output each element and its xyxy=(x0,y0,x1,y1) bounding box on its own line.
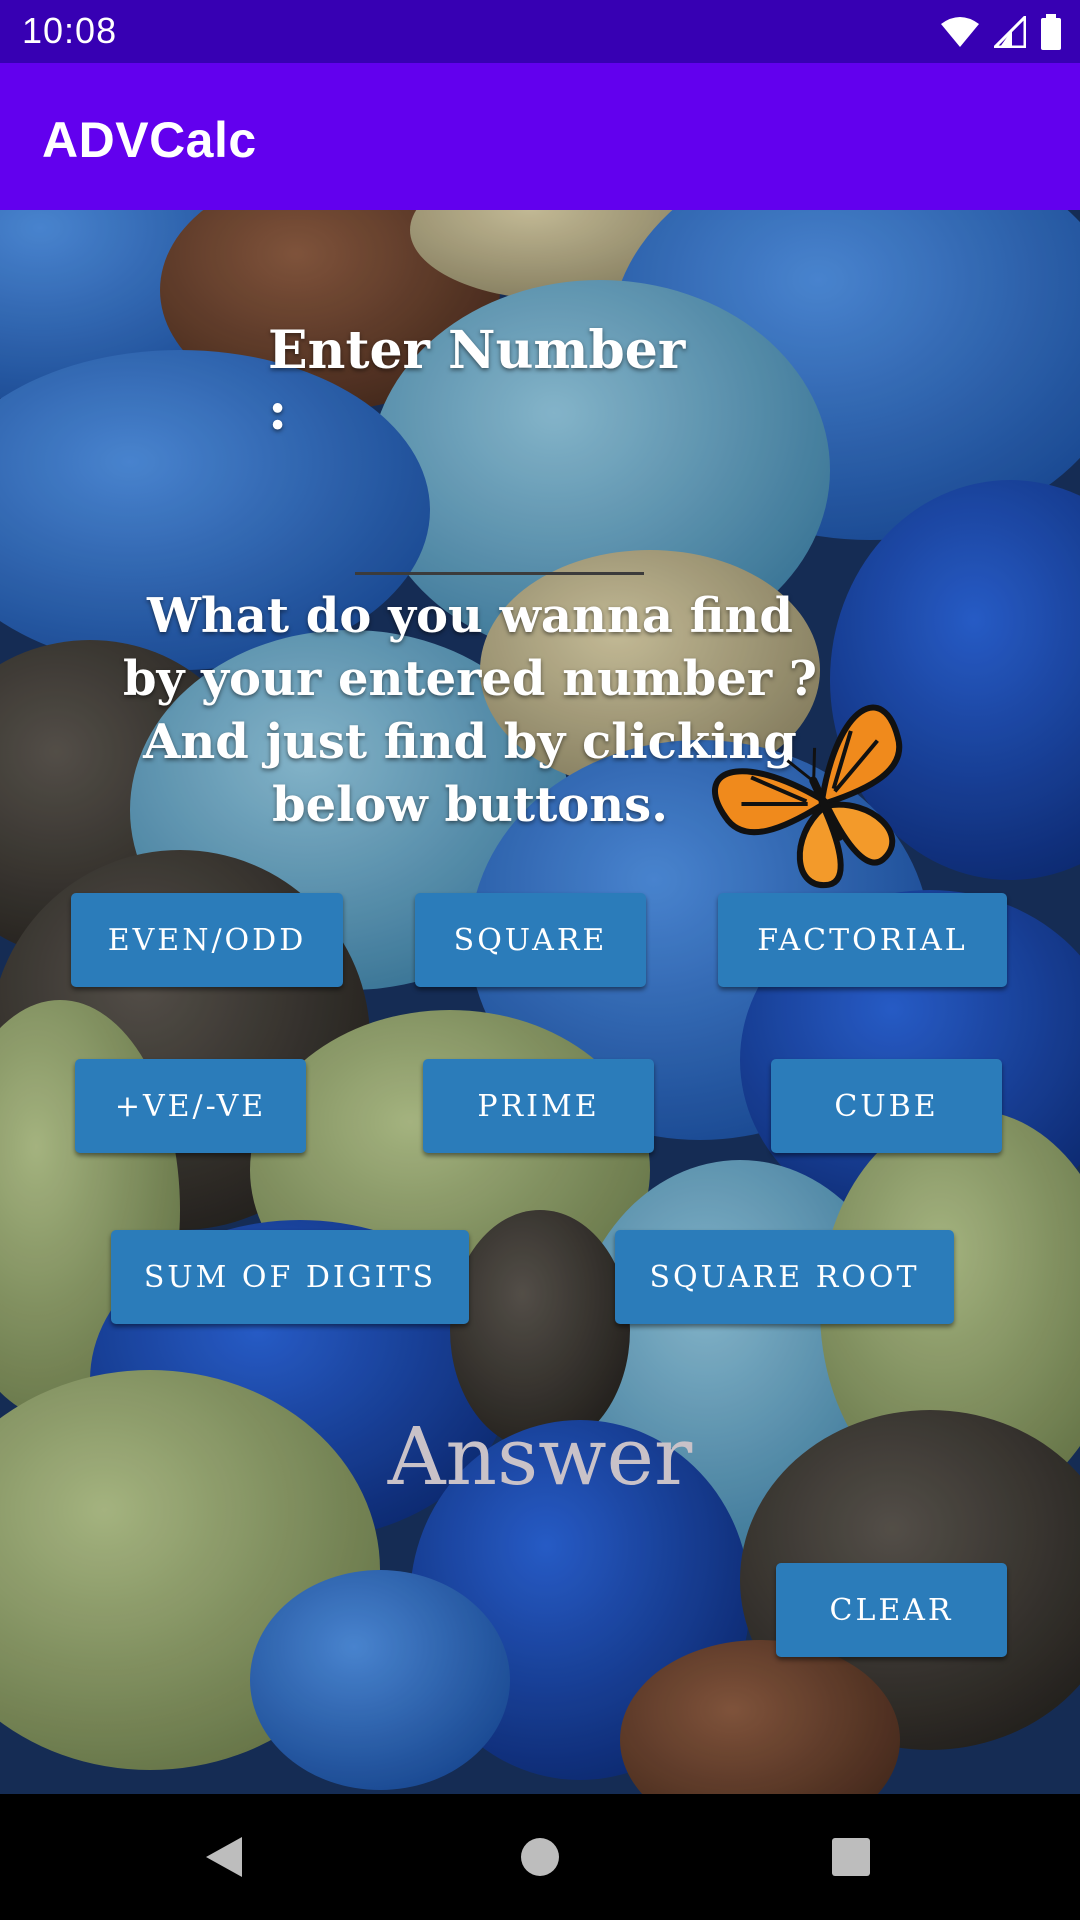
factorial-button[interactable]: FACTORIAL xyxy=(718,893,1007,987)
square-root-button[interactable]: SQUARE ROOT xyxy=(615,1230,954,1324)
status-bar: 10:08 xyxy=(0,0,1080,63)
positive-negative-button[interactable]: +VE/-VE xyxy=(75,1059,306,1153)
signal-icon xyxy=(994,16,1026,48)
cube-button[interactable]: CUBE xyxy=(771,1059,1002,1153)
navigation-bar xyxy=(0,1794,1080,1920)
pebbles-background-image xyxy=(0,210,1080,1794)
status-time: 10:08 xyxy=(22,10,118,51)
main-content: Enter Number : What do you wanna find by… xyxy=(0,210,1080,1794)
back-icon[interactable] xyxy=(200,1834,246,1880)
clear-button[interactable]: CLEAR xyxy=(776,1563,1007,1657)
sum-of-digits-button[interactable]: SUM OF DIGITS xyxy=(111,1230,469,1324)
square-button[interactable]: SQUARE xyxy=(415,893,646,987)
app-bar: ADVCalc xyxy=(0,63,1080,210)
app-title: ADVCalc xyxy=(42,112,257,168)
answer-text: Answer xyxy=(387,1410,693,1503)
recents-icon[interactable] xyxy=(830,1836,872,1878)
prime-button[interactable]: PRIME xyxy=(423,1059,654,1153)
home-icon[interactable] xyxy=(518,1835,562,1879)
wifi-icon xyxy=(941,17,979,47)
number-input[interactable] xyxy=(355,510,644,575)
battery-icon xyxy=(1041,14,1061,50)
even-odd-button[interactable]: EVEN/ODD xyxy=(71,893,343,987)
butterfly-image xyxy=(712,704,903,888)
enter-number-label: Enter Number : xyxy=(268,320,686,442)
